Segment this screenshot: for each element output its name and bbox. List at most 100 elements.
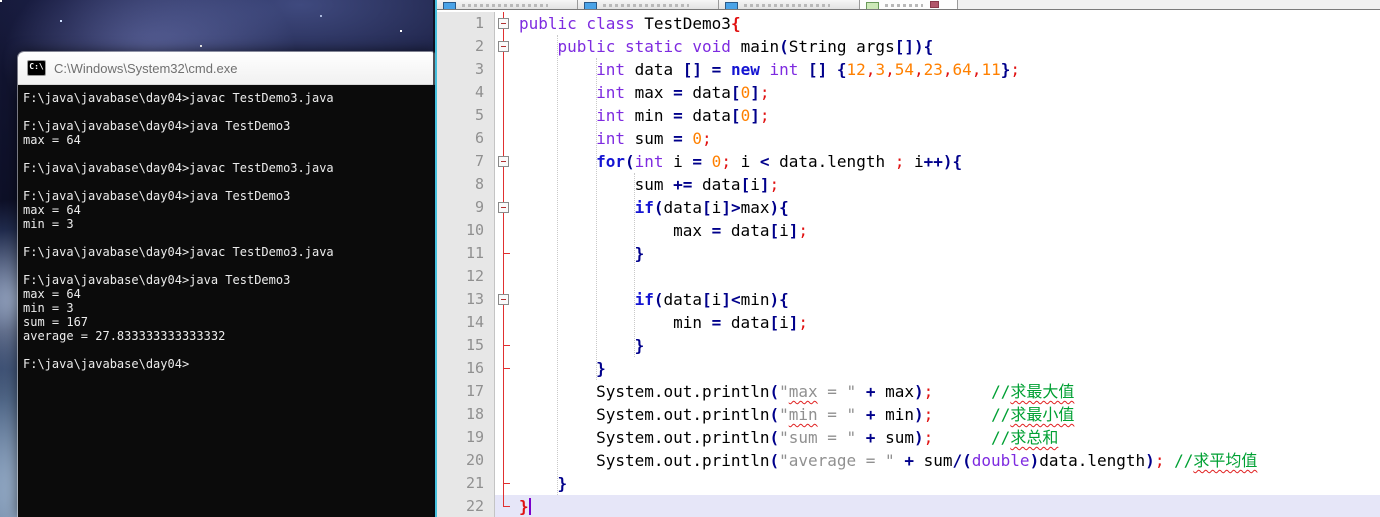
fold-collapse-icon[interactable] <box>498 202 509 213</box>
code-line: 3 int data [] = new int [] {12,3,54,23,6… <box>437 58 1380 81</box>
file-icon <box>725 2 738 9</box>
cmd-titlebar[interactable]: C:\ C:\Windows\System32\cmd.exe <box>18 52 437 85</box>
code-line: 10 max = data[i]; <box>437 219 1380 242</box>
fold-margin <box>495 58 513 81</box>
code-token: i <box>904 152 924 171</box>
fold-collapse-icon[interactable] <box>498 41 509 52</box>
editor-tab-4[interactable] <box>860 0 958 9</box>
code-text[interactable]: } <box>513 472 1380 495</box>
code-line: 9 if(data[i]>max){ <box>437 196 1380 219</box>
code-text[interactable]: System.out.println("average = " + sum/(d… <box>513 449 1380 472</box>
code-text[interactable]: System.out.println("min = " + min); //求最… <box>513 403 1380 426</box>
editor-tab-3[interactable] <box>719 0 860 9</box>
code-line: 22} <box>437 495 1380 517</box>
cmd-terminal[interactable]: F:\java\javabase\day04>javac TestDemo3.j… <box>18 85 437 517</box>
code-token: i <box>730 152 760 171</box>
code-text[interactable]: if(data[i]>max){ <box>513 196 1380 219</box>
code-token: ( <box>624 152 635 171</box>
code-token: ; <box>923 382 934 401</box>
code-token: 23 <box>923 60 943 79</box>
code-text[interactable]: for(int i = 0; i < data.length ; i++){ <box>513 150 1380 173</box>
line-number: 3 <box>437 58 495 81</box>
code-token: [ <box>769 313 780 332</box>
line-number: 15 <box>437 334 495 357</box>
terminal-line: min = 3 <box>23 217 74 231</box>
code-token: , <box>865 60 876 79</box>
tab-label-fragment <box>462 4 548 7</box>
code-token: = <box>673 83 693 102</box>
code-text[interactable]: System.out.println("sum = " + sum); //求总… <box>513 426 1380 449</box>
code-text[interactable]: } <box>513 357 1380 380</box>
code-text[interactable]: } <box>513 495 1380 517</box>
line-number: 22 <box>437 495 495 517</box>
editor-tab-1[interactable] <box>437 0 578 9</box>
cmd-window-title: C:\Windows\System32\cmd.exe <box>54 60 238 76</box>
code-line: 1 public class TestDemo3{ <box>437 12 1380 35</box>
code-line: 14 min = data[i]; <box>437 311 1380 334</box>
code-token: min <box>875 405 914 424</box>
editor-window: 1 public class TestDemo3{2 public static … <box>437 0 1380 517</box>
code-token: < <box>759 152 780 171</box>
fold-collapse-icon[interactable] <box>498 294 509 305</box>
fold-collapse-icon[interactable] <box>498 156 509 167</box>
code-text[interactable]: public class TestDemo3{ <box>513 12 1380 35</box>
code-line: 8 sum += data[i]; <box>437 173 1380 196</box>
code-token: " <box>779 405 789 424</box>
line-number: 21 <box>437 472 495 495</box>
code-token: 求总和 <box>1010 428 1059 447</box>
tab-label-fragment <box>744 4 830 7</box>
fold-margin <box>495 357 513 380</box>
line-number: 1 <box>437 12 495 35</box>
terminal-line: F:\java\javabase\day04>java TestDemo3 <box>23 273 291 287</box>
code-token: [ <box>769 221 780 240</box>
file-icon <box>584 2 597 9</box>
code-text[interactable]: int sum = 0; <box>513 127 1380 150</box>
code-text[interactable]: System.out.println("max = " + max); //求最… <box>513 380 1380 403</box>
code-text[interactable]: public static void main(String args[]){ <box>513 35 1380 58</box>
line-number: 9 <box>437 196 495 219</box>
code-token: 0 <box>740 83 751 102</box>
tab-close-icon[interactable] <box>930 1 939 8</box>
editor-pane[interactable]: 1 public class TestDemo3{2 public static … <box>437 10 1380 517</box>
editor-tab-2[interactable] <box>578 0 719 9</box>
code-token: = " <box>817 405 857 424</box>
code-token: public static void <box>557 37 741 56</box>
code-line: 15 } <box>437 334 1380 357</box>
code-token: new <box>730 60 770 79</box>
code-token: [ <box>702 198 712 217</box>
line-number: 8 <box>437 173 495 196</box>
code-text[interactable]: max = data[i]; <box>513 219 1380 242</box>
text-caret <box>528 498 531 515</box>
code-text[interactable]: int data [] = new int [] {12,3,54,23,64,… <box>513 58 1380 81</box>
code-token: ){ <box>769 290 789 309</box>
code-text[interactable]: int min = data[0]; <box>513 104 1380 127</box>
fold-margin <box>495 173 513 196</box>
terminal-line: max = 64 <box>23 203 81 217</box>
line-number: 18 <box>437 403 495 426</box>
fold-collapse-icon[interactable] <box>498 18 509 29</box>
code-text[interactable]: } <box>513 334 1380 357</box>
code-token: 11 <box>981 60 1001 79</box>
code-token: = <box>711 313 731 332</box>
fold-margin <box>495 104 513 127</box>
code-token: if <box>634 198 654 217</box>
code-text[interactable]: int max = data[0]; <box>513 81 1380 104</box>
code-token: } <box>557 474 568 493</box>
code-token: i <box>673 152 693 171</box>
code-text[interactable]: } <box>513 242 1380 265</box>
code-line: 17 System.out.println("max = " + max); /… <box>437 380 1380 403</box>
line-number: 5 <box>437 104 495 127</box>
code-token: sum <box>913 451 953 470</box>
code-line: 5 int min = data[0]; <box>437 104 1380 127</box>
code-token: data <box>702 175 741 194</box>
code-token: for <box>596 152 625 171</box>
code-token: data <box>663 290 703 309</box>
code-text[interactable]: min = data[i]; <box>513 311 1380 334</box>
code-token: data <box>692 83 731 102</box>
code-text[interactable] <box>513 265 1380 288</box>
code-text[interactable]: sum += data[i]; <box>513 173 1380 196</box>
code-text[interactable]: if(data[i]<min){ <box>513 288 1380 311</box>
